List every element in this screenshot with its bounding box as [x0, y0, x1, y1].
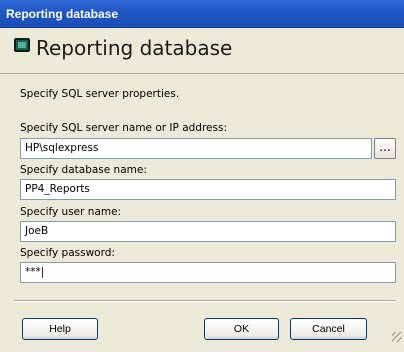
server-input[interactable]: HP\sqlexpress	[20, 138, 372, 159]
password-input[interactable]: ***|	[20, 262, 396, 283]
resize-grip-icon[interactable]	[392, 332, 402, 342]
dialog-content: Specify SQL server properties. Specify S…	[0, 74, 404, 344]
cancel-button[interactable]: Cancel	[290, 318, 367, 340]
database-label: Specify database name:	[20, 164, 147, 176]
database-icon	[14, 38, 30, 52]
dialog-header: Reporting database	[0, 28, 404, 74]
button-divider	[14, 300, 396, 302]
help-button[interactable]: Help	[22, 318, 98, 340]
database-input[interactable]: PP4_Reports	[20, 179, 396, 200]
ok-button[interactable]: OK	[204, 318, 279, 340]
browse-button[interactable]: ...	[374, 138, 396, 159]
user-input[interactable]: JoeB	[20, 221, 396, 242]
password-label: Specify password:	[20, 247, 115, 259]
header-title: Reporting database	[36, 36, 233, 60]
user-label: Specify user name:	[20, 206, 122, 218]
intro-text: Specify SQL server properties.	[20, 88, 180, 100]
window-title: Reporting database	[0, 0, 404, 28]
server-label: Specify SQL server name or IP address:	[20, 122, 227, 134]
